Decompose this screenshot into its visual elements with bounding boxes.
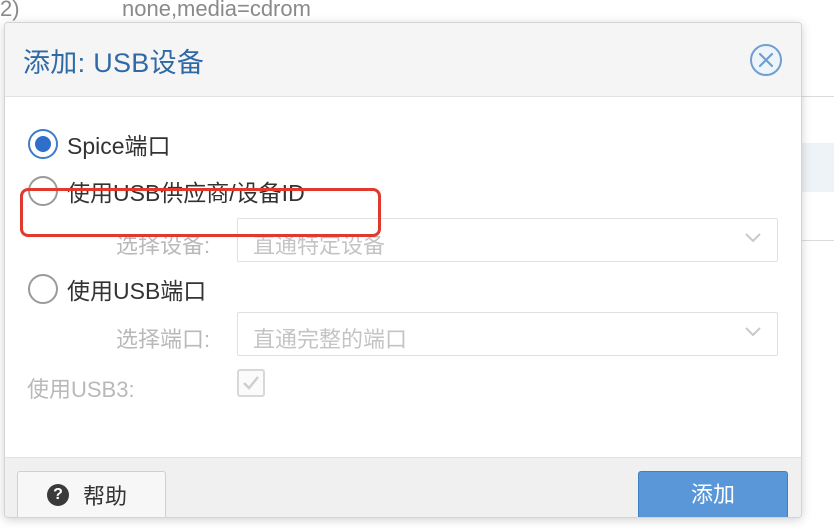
option-usb-port-label: 使用USB端口 <box>67 278 207 304</box>
select-port-label: 选择端口: <box>116 327 211 352</box>
dialog-header: 添加: USB设备 <box>5 23 801 96</box>
background-row-number: 2) <box>0 0 20 21</box>
close-icon <box>758 52 774 68</box>
option-spice[interactable]: Spice端口 <box>28 127 171 161</box>
usb3-label: 使用USB3: <box>27 377 135 402</box>
radio-spice[interactable] <box>28 129 58 159</box>
background-row: 2) none,media=cdrom <box>0 0 834 22</box>
chevron-down-icon[interactable] <box>745 327 761 337</box>
dialog-body: Spice端口 使用USB供应商/设备ID 选择设备: 直通特定设备 使用USB… <box>5 96 801 458</box>
add-usb-dialog: 添加: USB设备 Spice端口 使用USB供应商/设备ID 选择设备: 直通… <box>4 22 802 518</box>
question-circle-icon: ? <box>47 484 69 506</box>
radio-usb-port[interactable] <box>28 274 58 304</box>
background-divider <box>800 240 834 241</box>
option-spice-label: Spice端口 <box>67 133 171 159</box>
background-row-text: none,media=cdrom <box>122 0 311 21</box>
background-selected-row <box>800 143 834 192</box>
dialog-footer: ? 帮助 添加 <box>5 458 801 517</box>
background-divider <box>800 96 834 97</box>
chevron-down-icon[interactable] <box>745 233 761 243</box>
add-button[interactable]: 添加 <box>638 471 788 517</box>
select-port-combo[interactable]: 直通完整的端口 <box>237 312 778 356</box>
checkmark-icon <box>243 376 259 390</box>
usb3-checkbox[interactable] <box>237 369 265 397</box>
select-port-value: 直通完整的端口 <box>253 327 408 352</box>
help-button-label: 帮助 <box>83 484 128 509</box>
dialog-title: 添加: USB设备 <box>23 48 205 78</box>
highlight-annotation <box>20 188 381 237</box>
help-button[interactable]: ? 帮助 <box>17 471 166 517</box>
option-usb-port[interactable]: 使用USB端口 <box>28 272 206 306</box>
close-button[interactable] <box>750 44 782 76</box>
